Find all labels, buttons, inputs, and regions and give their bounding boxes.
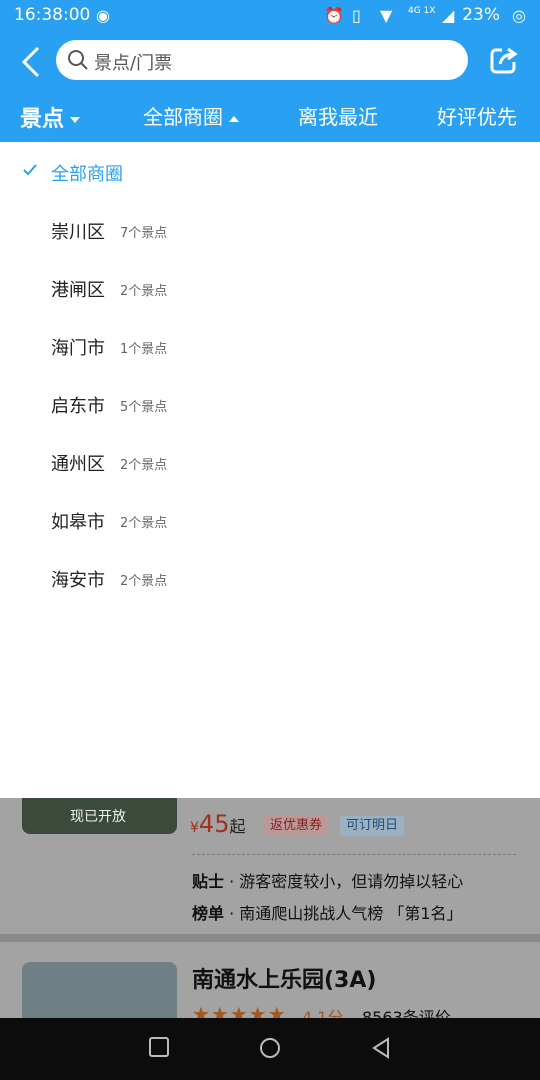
home-icon[interactable] (258, 1036, 282, 1060)
attraction-thumbnail: 现已开放 (22, 798, 177, 834)
tip-label: 贴士 (192, 872, 225, 891)
search-icon (68, 50, 88, 70)
share-icon (490, 47, 518, 74)
signal-icon: ◢ (442, 6, 455, 25)
bookable-tag: 可订明日 (340, 816, 405, 836)
filter-nearest[interactable]: 离我最近 (298, 101, 378, 130)
dropdown-item-count: 2个景点 (120, 284, 168, 299)
attraction-thumbnail (22, 962, 177, 1018)
dropdown-item[interactable]: 港闸区 2个景点 (0, 264, 540, 312)
tip-text: 游客密度较小，但请勿掉以轻心 (239, 872, 464, 891)
status-bar: 16:38:00 ◉ ⏰ ▯ ▼ 4G 1X ◢ 23% ◎ (0, 0, 540, 32)
filter-nearest-label: 离我最近 (298, 105, 378, 129)
dropdown-item-name: 启东市 (51, 396, 105, 417)
price: ¥45起 (190, 810, 245, 838)
dim-overlay[interactable]: 现已开放 ¥45起 返优惠券 可订明日 贴士 · 游客密度较小，但请勿掉以轻心 … (0, 798, 540, 1018)
recent-apps-icon[interactable] (148, 1036, 170, 1058)
coupon-tag: 返优惠券 (264, 816, 329, 836)
tip-row: 贴士 · 游客密度较小，但请勿掉以轻心 (192, 872, 464, 891)
rank-row[interactable]: 榜单 · 南通爬山挑战人气榜 「第1名」 (192, 900, 463, 924)
share-button[interactable] (488, 44, 520, 80)
attraction-card[interactable]: 现已开放 ¥45起 返优惠券 可订明日 贴士 · 游客密度较小，但请勿掉以轻心 … (0, 798, 540, 934)
dropdown-item-count: 2个景点 (120, 458, 168, 473)
rating-score: 4.1分 (302, 1008, 344, 1018)
dropdown-item-count: 2个景点 (120, 516, 168, 531)
filter-category-label: 景点 (20, 107, 65, 132)
battery-icon: ◎ (512, 6, 526, 25)
open-status-label: 现已开放 (70, 809, 126, 825)
rank-text: 南通爬山挑战人气榜 「第1名」 (239, 904, 463, 923)
attraction-title: 南通水上乐园(3A) (192, 968, 377, 993)
price-value: 45 (198, 810, 230, 838)
review-count: 8563条评价 (362, 1008, 451, 1018)
attraction-card[interactable]: 南通水上乐园(3A) ★★★★★ 4.1分 8563条评价 (0, 942, 540, 1018)
dropdown-item[interactable]: 海安市 2个景点 (0, 554, 540, 602)
filter-top-rated-label: 好评优先 (437, 105, 517, 129)
filter-top-rated[interactable]: 好评优先 (437, 101, 517, 130)
price-currency: ¥ (190, 820, 199, 836)
status-time: 16:38:00 (14, 5, 91, 25)
wifi-icon: ▼ (380, 6, 393, 25)
dropdown-item-name: 海门市 (51, 338, 105, 359)
dropdown-item-name: 港闸区 (51, 280, 105, 301)
dropdown-item-count: 7个景点 (120, 226, 168, 241)
back-nav-icon[interactable] (370, 1036, 392, 1060)
dropdown-item-name: 崇川区 (51, 222, 105, 243)
dropdown-item[interactable]: 崇川区 7个景点 (0, 206, 540, 254)
dropdown-item-name: 通州区 (51, 454, 105, 475)
back-arrow-icon (21, 46, 40, 78)
price-suffix: 起 (229, 817, 246, 836)
filter-area[interactable]: 全部商圈 (143, 101, 239, 130)
check-icon (23, 164, 37, 176)
caret-down-icon (70, 117, 81, 123)
dropdown-item-all[interactable]: 全部商圈 (0, 148, 540, 196)
filter-area-label: 全部商圈 (143, 105, 223, 129)
rank-label: 榜单 (192, 904, 225, 923)
back-button[interactable] (18, 44, 50, 84)
dropdown-item-name: 全部商圈 (51, 164, 123, 185)
app-notification-icon: ◉ (96, 6, 110, 25)
dropdown-item-count: 5个景点 (120, 400, 168, 415)
dropdown-item-name: 海安市 (51, 570, 105, 591)
alarm-icon: ⏰ (324, 6, 344, 25)
divider (192, 854, 516, 855)
dropdown-item-name: 如皋市 (51, 512, 105, 533)
filter-bar: 景点 全部商圈 离我最近 好评优先 (0, 98, 540, 142)
search-placeholder: 景点/门票 (94, 53, 173, 74)
battery-percent: 23% (462, 5, 500, 25)
dropdown-item[interactable]: 通州区 2个景点 (0, 438, 540, 486)
caret-up-icon (229, 115, 239, 122)
rating-stars-icon: ★★★★★ (192, 1002, 287, 1018)
dropdown-item[interactable]: 如皋市 2个景点 (0, 496, 540, 544)
search-input[interactable]: 景点/门票 (56, 40, 468, 80)
dropdown-item-count: 2个景点 (120, 574, 168, 589)
filter-category[interactable]: 景点 (20, 101, 81, 133)
area-dropdown: 全部商圈 崇川区 7个景点 港闸区 2个景点 海门市 1个景点 启东市 5个景点… (0, 142, 540, 798)
header: 景点/门票 景点 全部商圈 离我最近 好评优先 (0, 32, 540, 142)
dropdown-item[interactable]: 海门市 1个景点 (0, 322, 540, 370)
network-indicator: 4G 1X (408, 6, 436, 16)
vibrate-icon: ▯ (352, 6, 361, 25)
system-nav-bar (0, 1018, 540, 1080)
dropdown-item-count: 1个景点 (120, 342, 168, 357)
dropdown-item[interactable]: 启东市 5个景点 (0, 380, 540, 428)
